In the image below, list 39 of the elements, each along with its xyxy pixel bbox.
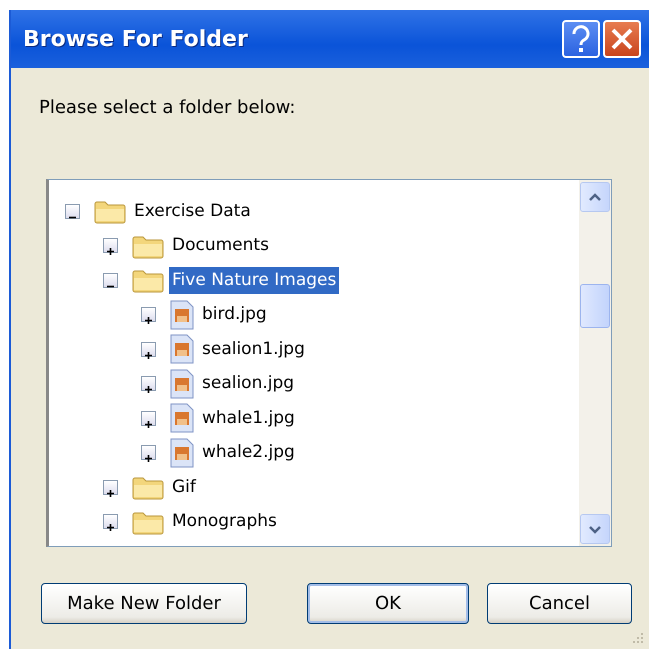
image-file-icon bbox=[170, 403, 194, 434]
tree-item[interactable]: Five Nature Images bbox=[169, 266, 340, 294]
tree-item[interactable]: Exercise Data bbox=[131, 198, 254, 225]
tree-item[interactable]: Documents bbox=[169, 232, 272, 260]
expand-toggle[interactable] bbox=[103, 238, 118, 254]
expand-toggle[interactable] bbox=[103, 514, 118, 530]
close-button[interactable] bbox=[603, 20, 641, 58]
tree-item[interactable]: sealion.jpg bbox=[199, 370, 298, 398]
resize-grip-icon[interactable] bbox=[631, 631, 645, 645]
tree-item[interactable]: sealion1.jpg bbox=[199, 336, 308, 363]
dialog-button[interactable]: Make New Folder bbox=[41, 583, 247, 624]
scroll-up-button[interactable] bbox=[580, 182, 610, 212]
tree-item[interactable]: Gif bbox=[169, 474, 199, 501]
expand-toggle[interactable] bbox=[141, 410, 156, 426]
scroll-down-button[interactable] bbox=[580, 514, 610, 544]
expand-toggle[interactable] bbox=[65, 204, 80, 219]
scroll-thumb[interactable] bbox=[580, 284, 610, 328]
tree-item[interactable]: whale1.jpg bbox=[199, 404, 298, 432]
dialog-button[interactable]: Cancel bbox=[487, 583, 632, 624]
expand-toggle[interactable] bbox=[141, 376, 156, 392]
tree-item[interactable]: bird.jpg bbox=[199, 301, 270, 328]
tree-item[interactable]: whale2.jpg bbox=[199, 439, 298, 466]
help-button[interactable] bbox=[562, 20, 600, 58]
tree-item[interactable]: Monographs bbox=[169, 508, 280, 536]
expand-toggle[interactable] bbox=[141, 342, 156, 357]
image-file-icon bbox=[170, 438, 194, 468]
scrollbar[interactable] bbox=[579, 180, 611, 546]
image-file-icon bbox=[170, 368, 194, 399]
expand-toggle[interactable] bbox=[103, 272, 118, 288]
help-icon bbox=[570, 25, 592, 53]
window-title: Browse For Folder bbox=[23, 26, 249, 54]
expand-toggle[interactable] bbox=[103, 480, 118, 495]
prompt-text: Please select a folder below: bbox=[39, 96, 296, 120]
expand-toggle[interactable] bbox=[141, 307, 156, 322]
image-file-icon bbox=[170, 300, 194, 330]
dialog-button[interactable]: OK bbox=[307, 583, 469, 624]
image-file-icon bbox=[170, 334, 194, 364]
expand-toggle[interactable] bbox=[141, 445, 156, 460]
close-icon bbox=[610, 27, 634, 51]
